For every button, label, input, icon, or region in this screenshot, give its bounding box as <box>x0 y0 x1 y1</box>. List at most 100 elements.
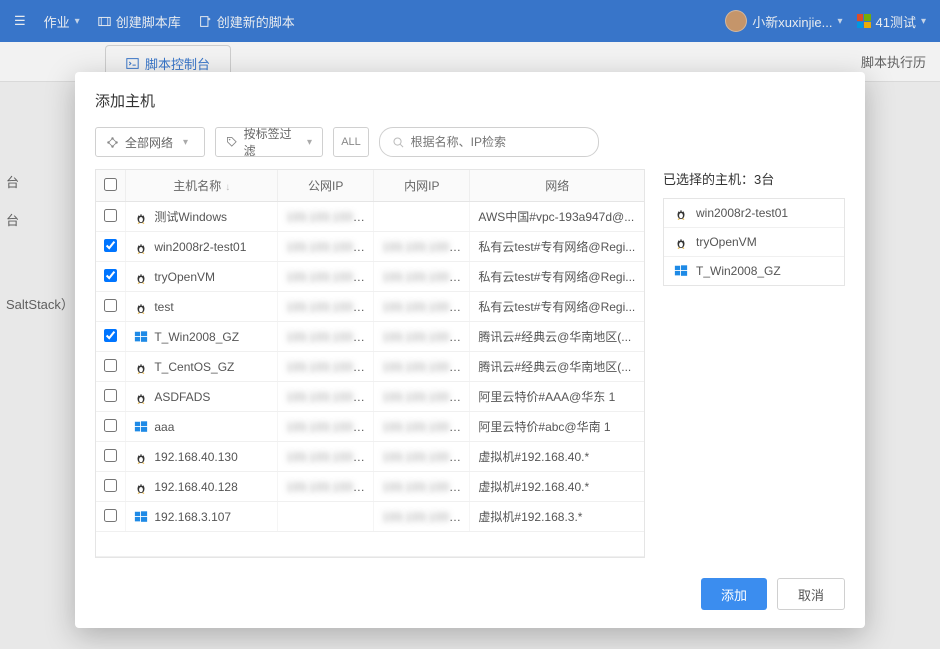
select-all-checkbox[interactable] <box>104 178 117 191</box>
linux-icon <box>134 480 148 494</box>
windows-icon <box>134 330 148 344</box>
public-ip: 100.100.100.100 <box>286 330 374 344</box>
network-cell: 虚拟机#192.168.40.* <box>470 472 644 502</box>
chevron-down-icon: ▾ <box>183 137 188 148</box>
network-cell: 私有云test#专有网络@Regi... <box>470 262 644 292</box>
linux-icon <box>674 235 688 249</box>
tag-icon <box>226 136 238 149</box>
col-private-ip[interactable]: 内网IP <box>374 170 470 202</box>
host-name: 192.168.40.128 <box>154 480 237 494</box>
search-input[interactable] <box>411 135 586 149</box>
linux-icon <box>674 206 688 220</box>
table-row[interactable]: ASDFADS100.100.100.100100.100.100.100阿里云… <box>96 382 644 412</box>
network-cell: 私有云test#专有网络@Regi... <box>470 292 644 322</box>
host-name: aaa <box>154 420 174 434</box>
host-name: win2008r2-test01 <box>154 240 246 254</box>
private-ip: 100.100.100.100 <box>382 240 470 254</box>
table-row[interactable]: win2008r2-test01 100.100.100.100 100.100.1… <box>96 232 644 262</box>
linux-icon <box>134 360 148 374</box>
private-ip: 100.100.100.100 <box>382 510 470 524</box>
row-checkbox[interactable] <box>104 269 117 282</box>
public-ip: 100.100.100.100 <box>286 480 374 494</box>
col-network[interactable]: 网络 <box>470 170 644 202</box>
col-hostname[interactable]: 主机名称↓ <box>126 170 278 202</box>
row-checkbox[interactable] <box>104 239 117 252</box>
table-row[interactable]: aaa100.100.100.100100.100.100.100阿里云特价#a… <box>96 412 644 442</box>
add-button[interactable]: 添加 <box>701 578 767 610</box>
table-row[interactable]: 192.168.40.130100.100.100.100100.100.100… <box>96 442 644 472</box>
row-checkbox[interactable] <box>104 329 117 342</box>
row-checkbox[interactable] <box>104 359 117 372</box>
network-cell: AWS中国#vpc-193a947d@... <box>470 202 644 232</box>
selected-item[interactable]: tryOpenVM <box>664 228 844 257</box>
col-public-ip[interactable]: 公网IP <box>278 170 374 202</box>
selected-host-name: T_Win2008_GZ <box>696 264 781 278</box>
add-host-modal: 添加主机 全部网络 ▾ 按标签过滤 ▾ ALL <box>75 72 865 628</box>
search-box[interactable] <box>379 127 599 157</box>
selected-item[interactable]: T_Win2008_GZ <box>664 257 844 285</box>
linux-icon <box>134 210 148 224</box>
modal-title: 添加主机 <box>95 90 845 111</box>
row-checkbox[interactable] <box>104 479 117 492</box>
table-row[interactable]: test100.100.100.100100.100.100.100私有云tes… <box>96 292 644 322</box>
public-ip: 100.100.100.100 <box>286 450 374 464</box>
selected-host-name: tryOpenVM <box>696 235 757 249</box>
network-cell: 阿里云特价#abc@华南 1 <box>470 412 644 442</box>
filter-bar: 全部网络 ▾ 按标签过滤 ▾ ALL <box>95 127 845 157</box>
row-checkbox[interactable] <box>104 209 117 222</box>
select-all-header[interactable] <box>96 170 126 202</box>
network-filter-label: 全部网络 <box>125 134 173 151</box>
selected-hosts-panel: 已选择的主机：3台 win2008r2-test01 tryOpenVM T_Win… <box>663 169 845 286</box>
selected-title: 已选择的主机：3台 <box>663 169 845 188</box>
host-name: 192.168.3.107 <box>154 510 231 524</box>
windows-icon <box>134 420 148 434</box>
host-name: test <box>154 300 173 314</box>
network-cell: 阿里云特价#AAA@华东 1 <box>470 382 644 412</box>
selected-host-name: win2008r2-test01 <box>696 206 788 220</box>
row-checkbox[interactable] <box>104 299 117 312</box>
row-checkbox[interactable] <box>104 449 117 462</box>
private-ip: 100.100.100.100 <box>382 360 470 374</box>
chevron-down-icon: ▾ <box>307 137 312 148</box>
sort-desc-icon: ↓ <box>225 182 230 193</box>
network-cell: 腾讯云#经典云@华南地区(... <box>470 352 644 382</box>
private-ip: 100.100.100.100 <box>382 330 470 344</box>
all-filter-button[interactable]: ALL <box>333 127 369 157</box>
public-ip: 100.100.100.100 <box>286 240 374 254</box>
row-checkbox[interactable] <box>104 389 117 402</box>
network-cell: 虚拟机#192.168.40.* <box>470 442 644 472</box>
windows-icon <box>134 510 148 524</box>
table-row[interactable]: 192.168.3.107100.100.100.100虚拟机#192.168.… <box>96 502 644 532</box>
host-name: tryOpenVM <box>154 270 215 284</box>
selected-item[interactable]: win2008r2-test01 <box>664 199 844 228</box>
row-checkbox[interactable] <box>104 509 117 522</box>
linux-icon <box>134 270 148 284</box>
modal-footer: 添加 取消 <box>95 578 845 610</box>
linux-icon <box>134 300 148 314</box>
linux-icon <box>134 450 148 464</box>
private-ip: 100.100.100.100 <box>382 270 470 284</box>
linux-icon <box>134 240 148 254</box>
network-cell: 腾讯云#经典云@华南地区(... <box>470 322 644 352</box>
tag-filter[interactable]: 按标签过滤 ▾ <box>215 127 323 157</box>
table-row[interactable]: T_Win2008_GZ 100.100.100.100 100.100.100.1… <box>96 322 644 352</box>
private-ip: 100.100.100.100 <box>382 390 470 404</box>
table-row[interactable]: tryOpenVM100.100.100.100100.100.100.100私… <box>96 262 644 292</box>
network-icon <box>106 136 119 149</box>
public-ip: 100.100.100.100 <box>286 420 374 434</box>
linux-icon <box>134 390 148 404</box>
host-name: 192.168.40.130 <box>154 450 237 464</box>
public-ip: 100.100.100.100 <box>286 270 374 284</box>
host-name: T_Win2008_GZ <box>154 330 239 344</box>
row-checkbox[interactable] <box>104 419 117 432</box>
table-row[interactable]: T_CentOS_GZ100.100.100.100100.100.100.10… <box>96 352 644 382</box>
cancel-button[interactable]: 取消 <box>777 578 845 610</box>
public-ip: 100.100.100.100 <box>286 210 374 224</box>
public-ip: 100.100.100.100 <box>286 300 374 314</box>
table-row[interactable]: 192.168.40.128100.100.100.100100.100.100… <box>96 472 644 502</box>
private-ip: 100.100.100.100 <box>382 300 470 314</box>
network-cell: 私有云test#专有网络@Regi... <box>470 232 644 262</box>
network-filter[interactable]: 全部网络 ▾ <box>95 127 205 157</box>
table-row[interactable]: 测试Windows100.100.100.100AWS中国#vpc-193a94… <box>96 202 644 232</box>
private-ip: 100.100.100.100 <box>382 420 470 434</box>
